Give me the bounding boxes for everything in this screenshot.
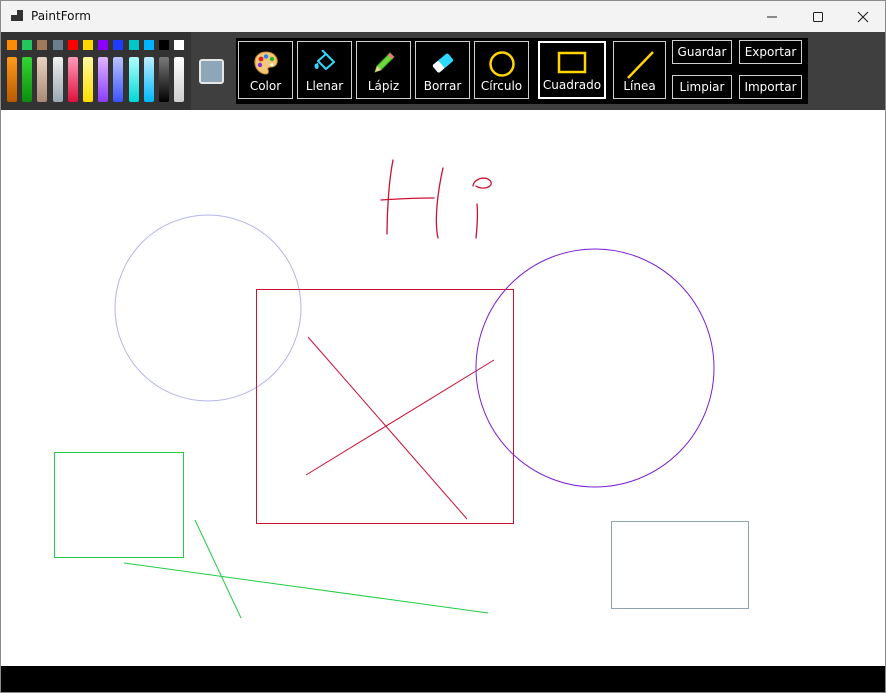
fill-tool-label: Llenar: [305, 79, 344, 93]
palette-swatch[interactable]: [113, 40, 124, 50]
bottom-bar: [1, 666, 885, 692]
green-line-1: [194, 519, 242, 619]
minimize-button[interactable]: [749, 1, 795, 32]
color-palette: [1, 32, 191, 110]
window-title: PaintForm: [31, 9, 91, 23]
eraser-tool-label: Borrar: [423, 79, 462, 93]
palette-gradient-swatch[interactable]: [143, 57, 154, 102]
color-tool-label: Color: [249, 79, 282, 93]
palette-icon: [253, 51, 278, 75]
palette-gradient-swatch[interactable]: [37, 57, 48, 102]
bucket-icon: [314, 50, 335, 70]
maximize-button[interactable]: [795, 1, 841, 32]
selected-color-swatch[interactable]: [199, 59, 224, 84]
square-tool-label: Cuadrado: [542, 78, 602, 92]
import-button[interactable]: Importar: [739, 75, 802, 99]
palette-swatch[interactable]: [37, 40, 48, 50]
circle-tool-label: Círculo: [480, 79, 523, 93]
palette-gradient-swatch[interactable]: [7, 57, 17, 102]
color-tool-button[interactable]: Color: [238, 41, 293, 99]
palette-swatch[interactable]: [98, 40, 109, 50]
line-icon: [626, 51, 654, 79]
red-line-2: [305, 359, 495, 476]
toolbar: Color Llenar Lápiz Borrar Círculo Cuadra…: [1, 32, 885, 110]
palette-gradient-swatch[interactable]: [128, 57, 139, 102]
lavender-circle: [114, 214, 302, 402]
palette-swatch[interactable]: [83, 40, 93, 50]
tool-panel: Color Llenar Lápiz Borrar Círculo Cuadra…: [236, 38, 808, 104]
pencil-tool-label: Lápiz: [367, 79, 400, 93]
line-tool-label: Línea: [623, 79, 656, 93]
pencil-icon: [373, 52, 395, 73]
square-tool-button[interactable]: Cuadrado: [538, 41, 606, 99]
palette-gradient-swatch[interactable]: [83, 57, 93, 102]
palette-swatch[interactable]: [159, 40, 169, 50]
palette-gradient-swatch[interactable]: [52, 57, 63, 102]
app-icon: [11, 10, 23, 21]
circle-tool-button[interactable]: Círculo: [474, 41, 529, 99]
paintform-window: PaintForm Color Llenar Lápiz Borrar Círc…: [0, 0, 886, 693]
maximize-icon: [813, 11, 823, 22]
palette-swatch[interactable]: [143, 40, 154, 50]
purple-circle: [475, 248, 715, 488]
palette-gradient-swatch[interactable]: [67, 57, 78, 102]
fill-tool-button[interactable]: Llenar: [297, 41, 352, 99]
canvas-drawing: [54, 159, 749, 619]
minimize-icon: [767, 16, 777, 17]
palette-gradient-swatch[interactable]: [98, 57, 109, 102]
pencil-tool-button[interactable]: Lápiz: [356, 41, 411, 99]
save-button[interactable]: Guardar: [672, 40, 732, 64]
palette-swatch[interactable]: [67, 40, 78, 50]
freehand-hi-strokes: [380, 159, 492, 239]
red-rectangle: [256, 289, 514, 524]
slate-rectangle: [611, 521, 749, 609]
line-tool-button[interactable]: Línea: [613, 41, 666, 99]
palette-swatch[interactable]: [52, 40, 63, 50]
palette-gradient-swatch[interactable]: [113, 57, 124, 102]
palette-swatch[interactable]: [7, 40, 17, 50]
close-icon: [857, 11, 869, 22]
palette-gradient-swatch[interactable]: [174, 57, 185, 102]
palette-swatch[interactable]: [22, 40, 33, 50]
close-button[interactable]: [840, 1, 885, 32]
export-button[interactable]: Exportar: [739, 40, 802, 64]
circle-icon: [488, 51, 515, 77]
drawing-canvas[interactable]: [1, 110, 885, 666]
red-line-1: [307, 336, 468, 520]
eraser-icon: [432, 53, 453, 73]
title-bar[interactable]: PaintForm: [1, 1, 885, 32]
green-line-2: [123, 562, 489, 614]
palette-swatch[interactable]: [128, 40, 139, 50]
square-icon: [557, 51, 587, 74]
clear-button[interactable]: Limpiar: [672, 75, 732, 99]
palette-gradient-swatch[interactable]: [159, 57, 169, 102]
eraser-tool-button[interactable]: Borrar: [415, 41, 470, 99]
palette-gradient-swatch[interactable]: [22, 57, 33, 102]
palette-swatch[interactable]: [174, 40, 185, 50]
green-rectangle: [54, 452, 184, 558]
